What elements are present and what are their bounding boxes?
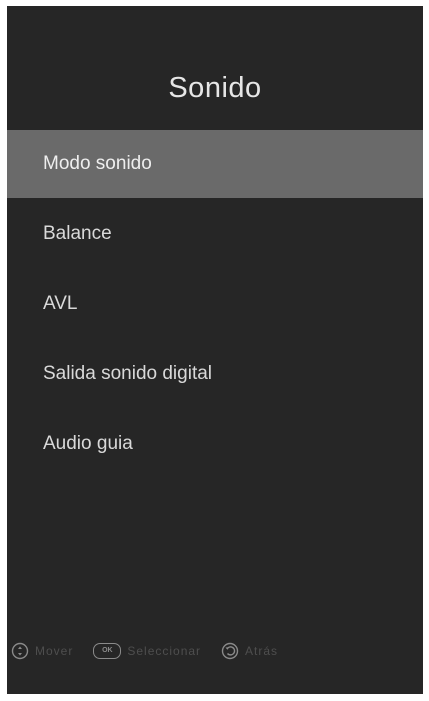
hint-select: OK Seleccionar — [93, 643, 201, 659]
footer-hints: Mover OK Seleccionar Atrás — [7, 636, 423, 666]
hint-back: Atrás — [221, 642, 278, 660]
menu-item-balance[interactable]: Balance — [7, 200, 423, 268]
page-title: Sonido — [168, 72, 262, 104]
sound-menu-list: Modo sonido Balance AVL Salida sonido di… — [7, 130, 423, 478]
ok-button-icon: OK — [93, 643, 122, 659]
hint-move-label: Mover — [35, 644, 74, 658]
back-icon — [221, 642, 239, 660]
hint-select-label: Seleccionar — [127, 644, 202, 658]
menu-item-audio-guia[interactable]: Audio guia — [7, 410, 423, 478]
menu-item-salida-sonido-digital[interactable]: Salida sonido digital — [7, 340, 423, 408]
navigate-updown-icon — [11, 642, 29, 660]
menu-item-modo-sonido[interactable]: Modo sonido — [7, 130, 423, 198]
sound-menu-panel: Sonido Modo sonido Balance AVL Salida so… — [7, 6, 423, 694]
hint-move: Mover — [11, 642, 73, 660]
menu-item-avl[interactable]: AVL — [7, 270, 423, 338]
hint-back-label: Atrás — [245, 644, 279, 658]
